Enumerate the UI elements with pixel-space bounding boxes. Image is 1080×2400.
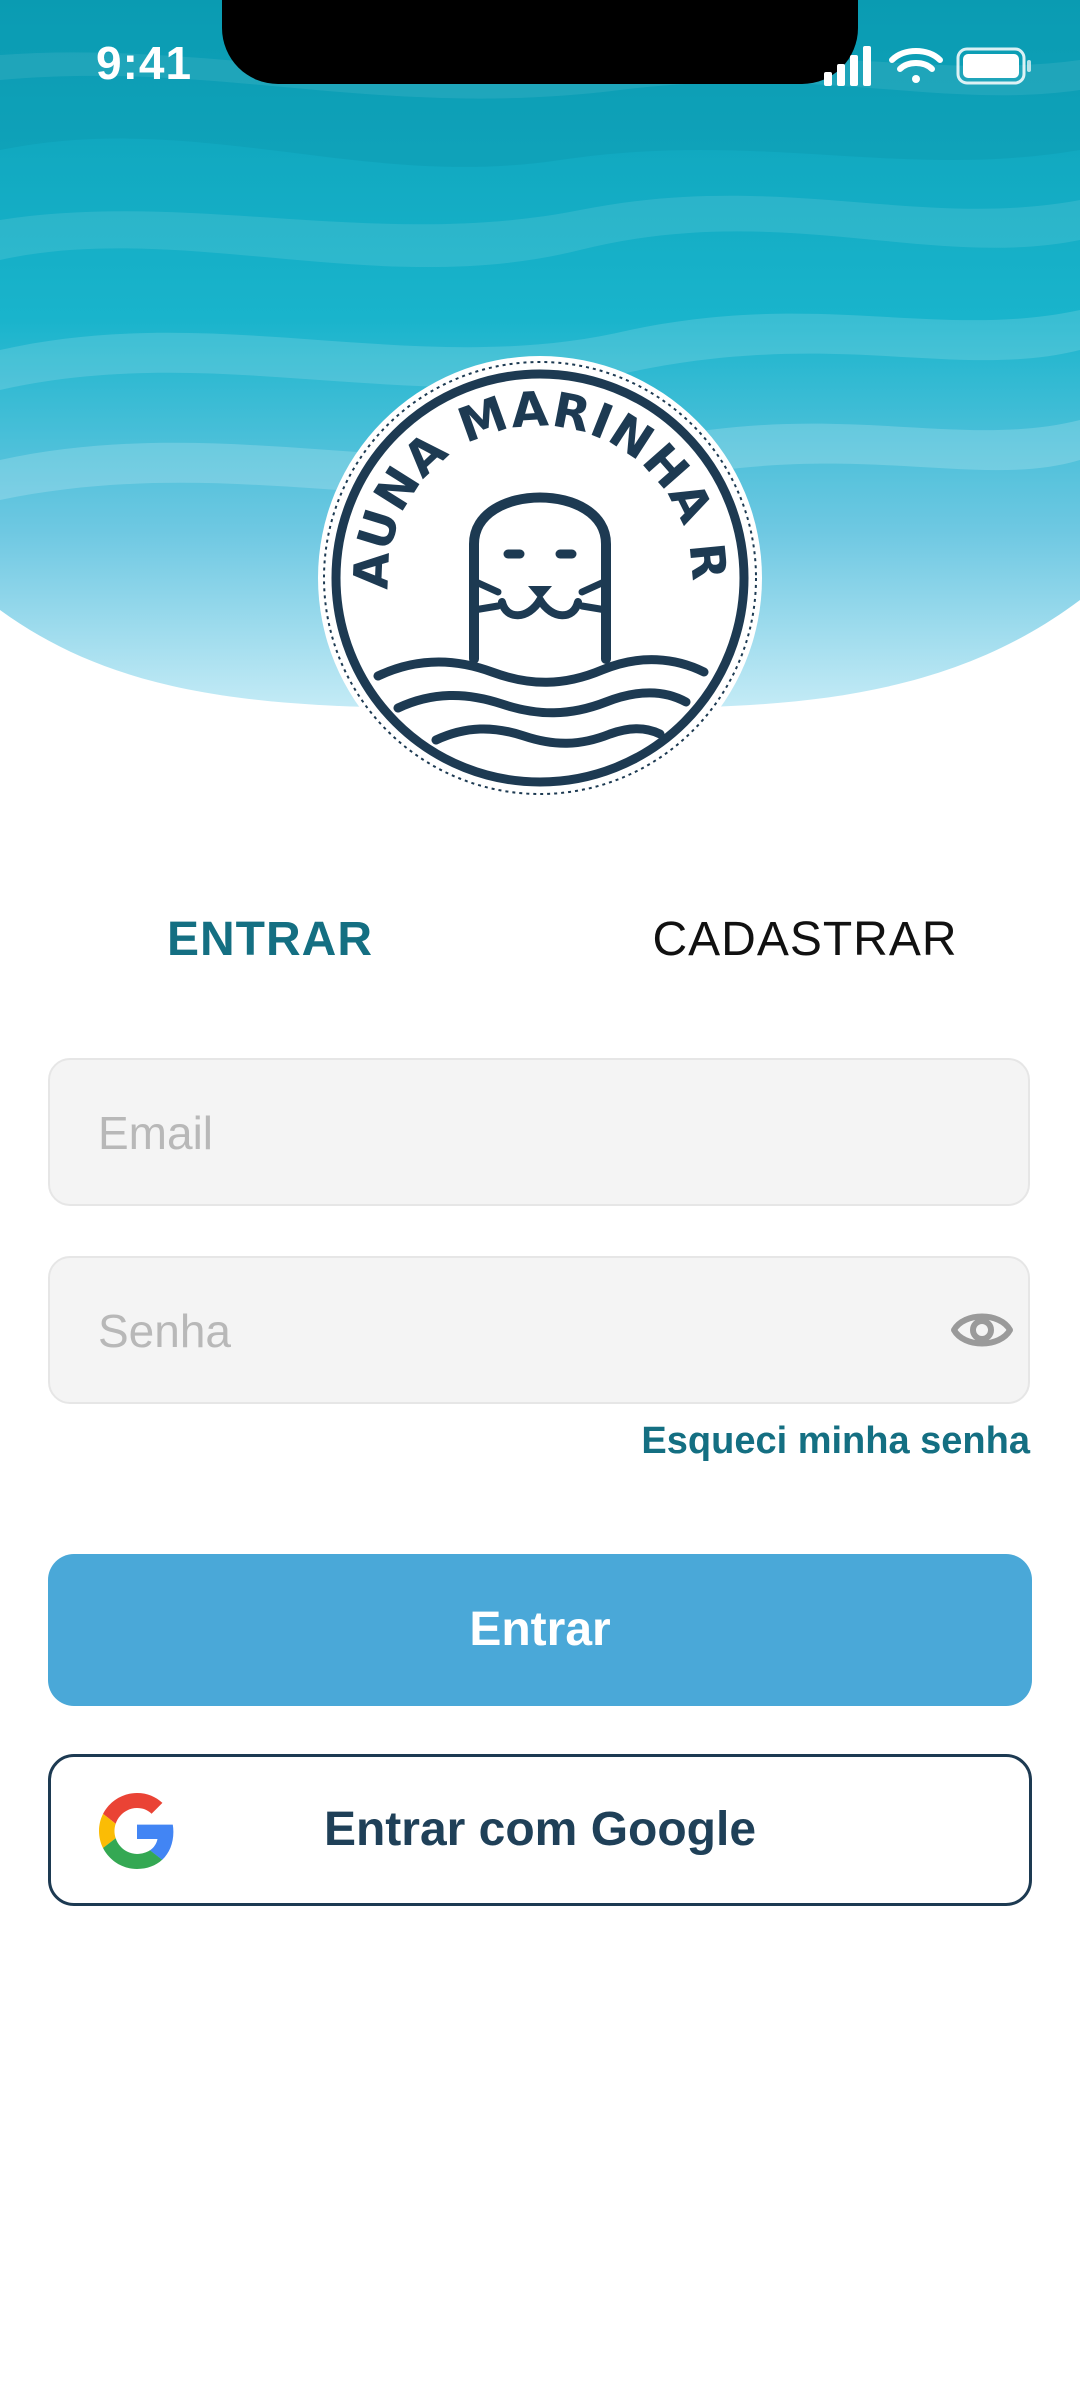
google-login-button[interactable]: Entrar com Google xyxy=(48,1754,1032,1906)
wifi-icon xyxy=(889,48,943,83)
login-button[interactable]: Entrar xyxy=(48,1554,1032,1706)
cellular-signal-icon xyxy=(824,46,871,86)
google-login-label: Entrar com Google xyxy=(323,1803,757,1856)
camera-notch xyxy=(222,0,858,84)
email-input[interactable] xyxy=(96,1060,920,1206)
login-screen: 9:41 AUNA MARINHA R ENTRAR CADASTRAR Ema… xyxy=(0,0,1080,2400)
battery-icon xyxy=(956,47,1031,85)
status-bar: 9:41 xyxy=(0,0,1080,130)
password-input[interactable] xyxy=(96,1258,920,1404)
forgot-password-link[interactable]: Esqueci minha senha xyxy=(641,1420,1030,1463)
email-field xyxy=(48,1058,1030,1206)
seal-logo-icon: FAUNA MARINHA RS xyxy=(316,354,762,800)
status-icons xyxy=(824,46,1031,86)
tab-entrar[interactable]: ENTRAR xyxy=(130,900,410,980)
eye-icon[interactable] xyxy=(950,1300,1014,1360)
status-time: 9:41 xyxy=(96,37,193,89)
tab-cadastrar[interactable]: CADASTRAR xyxy=(640,900,970,980)
auth-tabs: ENTRAR CADASTRAR xyxy=(0,900,1080,980)
password-field xyxy=(48,1256,1030,1404)
